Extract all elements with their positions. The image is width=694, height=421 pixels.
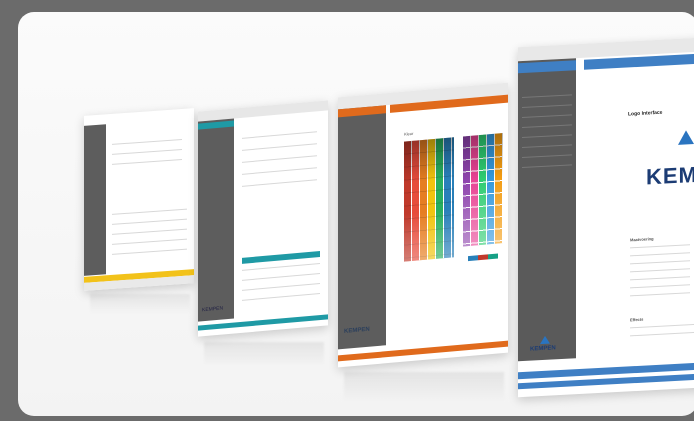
screen-reflection — [344, 372, 504, 402]
kempen-logo: KEMPEN — [646, 159, 694, 190]
screen-reflection — [90, 294, 190, 314]
page-heading: Logo Interface — [628, 109, 663, 118]
promo-card: KEMPEN Kleur KEMPEN Logo Interface KEMPE… — [18, 12, 694, 416]
app-window-blue: Logo Interface KEMPEN Maatvoering Effect… — [518, 36, 694, 398]
screen-reflection — [204, 342, 324, 366]
kempen-logo-sidebar — [540, 335, 550, 345]
sidebar — [338, 105, 386, 350]
app-window-yellow — [84, 108, 194, 291]
app-window-orange: Kleur KEMPEN — [338, 82, 508, 368]
kempen-logo-icon — [678, 130, 694, 145]
sidebar — [84, 124, 106, 276]
sidebar — [198, 118, 234, 322]
app-window-teal: KEMPEN — [198, 100, 328, 337]
